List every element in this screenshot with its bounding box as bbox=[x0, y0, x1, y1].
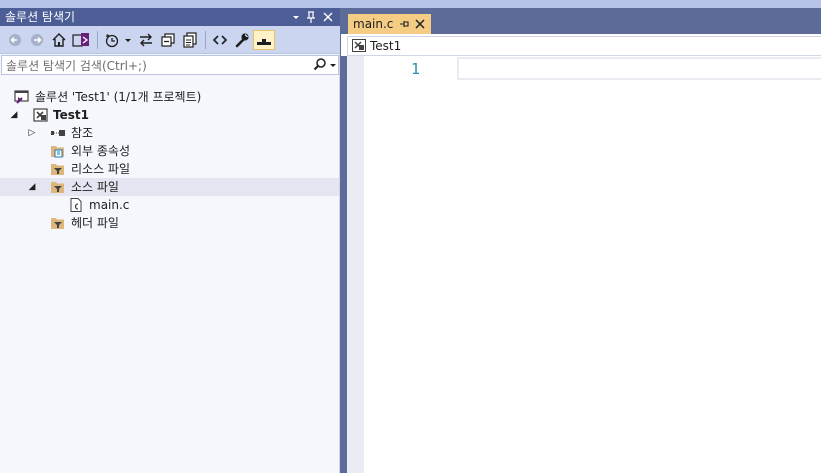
filter-folder-icon bbox=[50, 216, 66, 230]
solution-explorer-titlebar: 솔루션 탐색기 bbox=[0, 8, 340, 26]
code-editor[interactable] bbox=[341, 34, 821, 473]
c-project-icon bbox=[33, 108, 49, 122]
tree-row-header-files[interactable]: 헤더 파일 bbox=[0, 214, 339, 232]
show-all-files-icon[interactable] bbox=[180, 30, 200, 50]
solution-explorer-panel bbox=[0, 8, 340, 473]
solution-icon bbox=[14, 90, 30, 104]
view-code-icon[interactable] bbox=[210, 30, 230, 50]
tab-main-c[interactable]: main.c bbox=[348, 14, 431, 34]
tree-row-source-files[interactable]: ◢ 소스 파일 bbox=[0, 178, 339, 196]
pending-changes-icon[interactable] bbox=[103, 30, 133, 50]
toolbar-separator bbox=[205, 31, 206, 49]
tree-label: 헤더 파일 bbox=[71, 216, 119, 230]
navigation-bar[interactable]: Test1 bbox=[347, 36, 821, 56]
properties-icon[interactable] bbox=[232, 30, 252, 50]
nav-project-label: Test1 bbox=[370, 39, 402, 53]
collapsed-arrow-icon[interactable]: ▷ bbox=[27, 127, 37, 139]
solution-explorer-toolbar bbox=[0, 26, 340, 54]
filter-folder-icon bbox=[50, 162, 66, 176]
collapse-all-icon[interactable] bbox=[158, 30, 178, 50]
line-number: 1 bbox=[410, 60, 420, 78]
references-icon bbox=[50, 126, 66, 140]
search-input[interactable] bbox=[6, 58, 306, 73]
external-dependencies-icon bbox=[50, 144, 66, 158]
close-icon[interactable] bbox=[321, 9, 335, 25]
home-icon[interactable] bbox=[49, 30, 69, 50]
expanded-arrow-icon[interactable]: ◢ bbox=[9, 109, 19, 121]
tree-row-external-deps[interactable]: 외부 종속성 bbox=[0, 142, 339, 160]
top-strip bbox=[0, 0, 821, 8]
search-box bbox=[1, 55, 339, 75]
tree-row-resource-files[interactable]: 리소스 파일 bbox=[0, 160, 339, 178]
c-project-icon bbox=[352, 39, 366, 56]
filter-folder-icon bbox=[50, 180, 66, 194]
panel-title: 솔루션 탐색기 bbox=[5, 10, 76, 24]
expanded-arrow-icon[interactable]: ◢ bbox=[27, 181, 37, 193]
back-icon[interactable] bbox=[5, 30, 25, 50]
preview-icon[interactable] bbox=[253, 30, 275, 50]
pin-tab-icon[interactable] bbox=[398, 17, 410, 31]
pin-icon[interactable] bbox=[304, 9, 318, 25]
current-line-highlight[interactable] bbox=[457, 57, 821, 80]
indicator-margin bbox=[347, 56, 364, 473]
tree-row-solution[interactable]: 솔루션 'Test1' (1/1개 프로젝트) bbox=[0, 88, 339, 106]
tree-label: main.c bbox=[89, 198, 130, 212]
switch-view-icon[interactable] bbox=[71, 30, 91, 50]
tree-label: 외부 종속성 bbox=[71, 144, 131, 158]
dropdown-icon[interactable] bbox=[289, 9, 303, 25]
close-tab-icon[interactable] bbox=[414, 17, 426, 31]
tab-label: main.c bbox=[353, 17, 394, 31]
toolbar-separator bbox=[97, 31, 98, 49]
tree-label: 소스 파일 bbox=[71, 180, 119, 194]
c-file-icon bbox=[69, 198, 85, 212]
tree-label: 참조 bbox=[71, 126, 94, 140]
sync-icon[interactable] bbox=[136, 30, 156, 50]
forward-icon[interactable] bbox=[27, 30, 47, 50]
tree-row-project[interactable]: ◢ Test1 bbox=[0, 106, 339, 124]
search-options-icon[interactable] bbox=[329, 57, 337, 76]
tree-label: 리소스 파일 bbox=[71, 162, 131, 176]
tree-row-references[interactable]: ▷ 참조 bbox=[0, 124, 339, 142]
tree-row-main-c[interactable]: main.c bbox=[0, 196, 339, 214]
search-icon[interactable] bbox=[313, 57, 327, 76]
tree-label: Test1 bbox=[53, 108, 89, 122]
tree-label: 솔루션 'Test1' (1/1개 프로젝트) bbox=[35, 90, 202, 104]
